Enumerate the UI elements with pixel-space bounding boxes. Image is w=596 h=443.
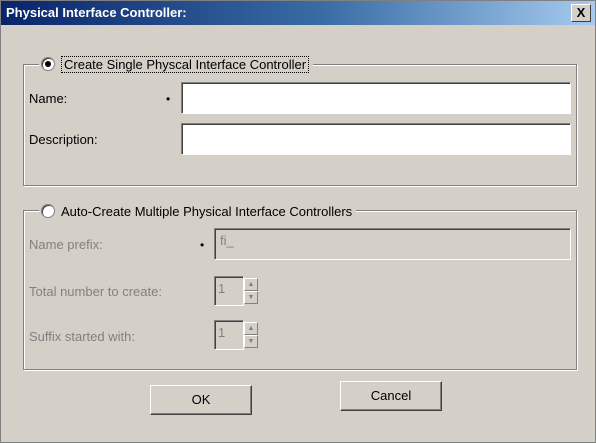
dialog-window: Physical Interface Controller: X Create … (0, 0, 596, 443)
single-radio-label[interactable]: Create Single Physcal Interface Controll… (61, 55, 310, 73)
spin-up-icon: ▲ (244, 278, 258, 291)
multiple-radio-label[interactable]: Auto-Create Multiple Physical Interface … (61, 204, 352, 219)
total-number-spin: ▲ ▼ (244, 278, 258, 306)
spin-down-icon: ▼ (244, 335, 258, 348)
spin-up-icon: ▲ (244, 322, 258, 335)
total-number-field: 1 (214, 276, 244, 306)
title-bar[interactable]: Physical Interface Controller: X (1, 1, 595, 25)
cancel-button[interactable]: Cancel (340, 381, 442, 411)
total-number-stepper: 1 ▲ ▼ (214, 276, 258, 306)
suffix-start-field: 1 (214, 320, 244, 350)
single-radio-button[interactable] (41, 57, 55, 71)
name-field[interactable] (181, 82, 571, 114)
name-prefix-label: Name prefix: (29, 237, 103, 252)
dialog-title: Physical Interface Controller: (6, 5, 187, 20)
ok-button[interactable]: OK (150, 385, 252, 415)
required-marker: • (166, 92, 171, 106)
single-controller-option[interactable]: Create Single Physcal Interface Controll… (39, 55, 314, 73)
description-label: Description: (29, 132, 98, 147)
name-label: Name: (29, 91, 68, 106)
total-number-label: Total number to create: (29, 284, 162, 299)
name-prefix-field: fi_ (214, 228, 571, 260)
spin-down-icon: ▼ (244, 291, 258, 304)
required-marker: • (200, 238, 205, 252)
suffix-start-label: Suffix started with: (29, 329, 135, 344)
description-field[interactable] (181, 123, 571, 155)
suffix-start-spin: ▲ ▼ (244, 322, 258, 350)
multiple-radio-button[interactable] (41, 204, 55, 218)
suffix-start-stepper: 1 ▲ ▼ (214, 320, 258, 350)
multiple-controller-option[interactable]: Auto-Create Multiple Physical Interface … (39, 202, 357, 220)
close-icon[interactable]: X (571, 4, 591, 22)
